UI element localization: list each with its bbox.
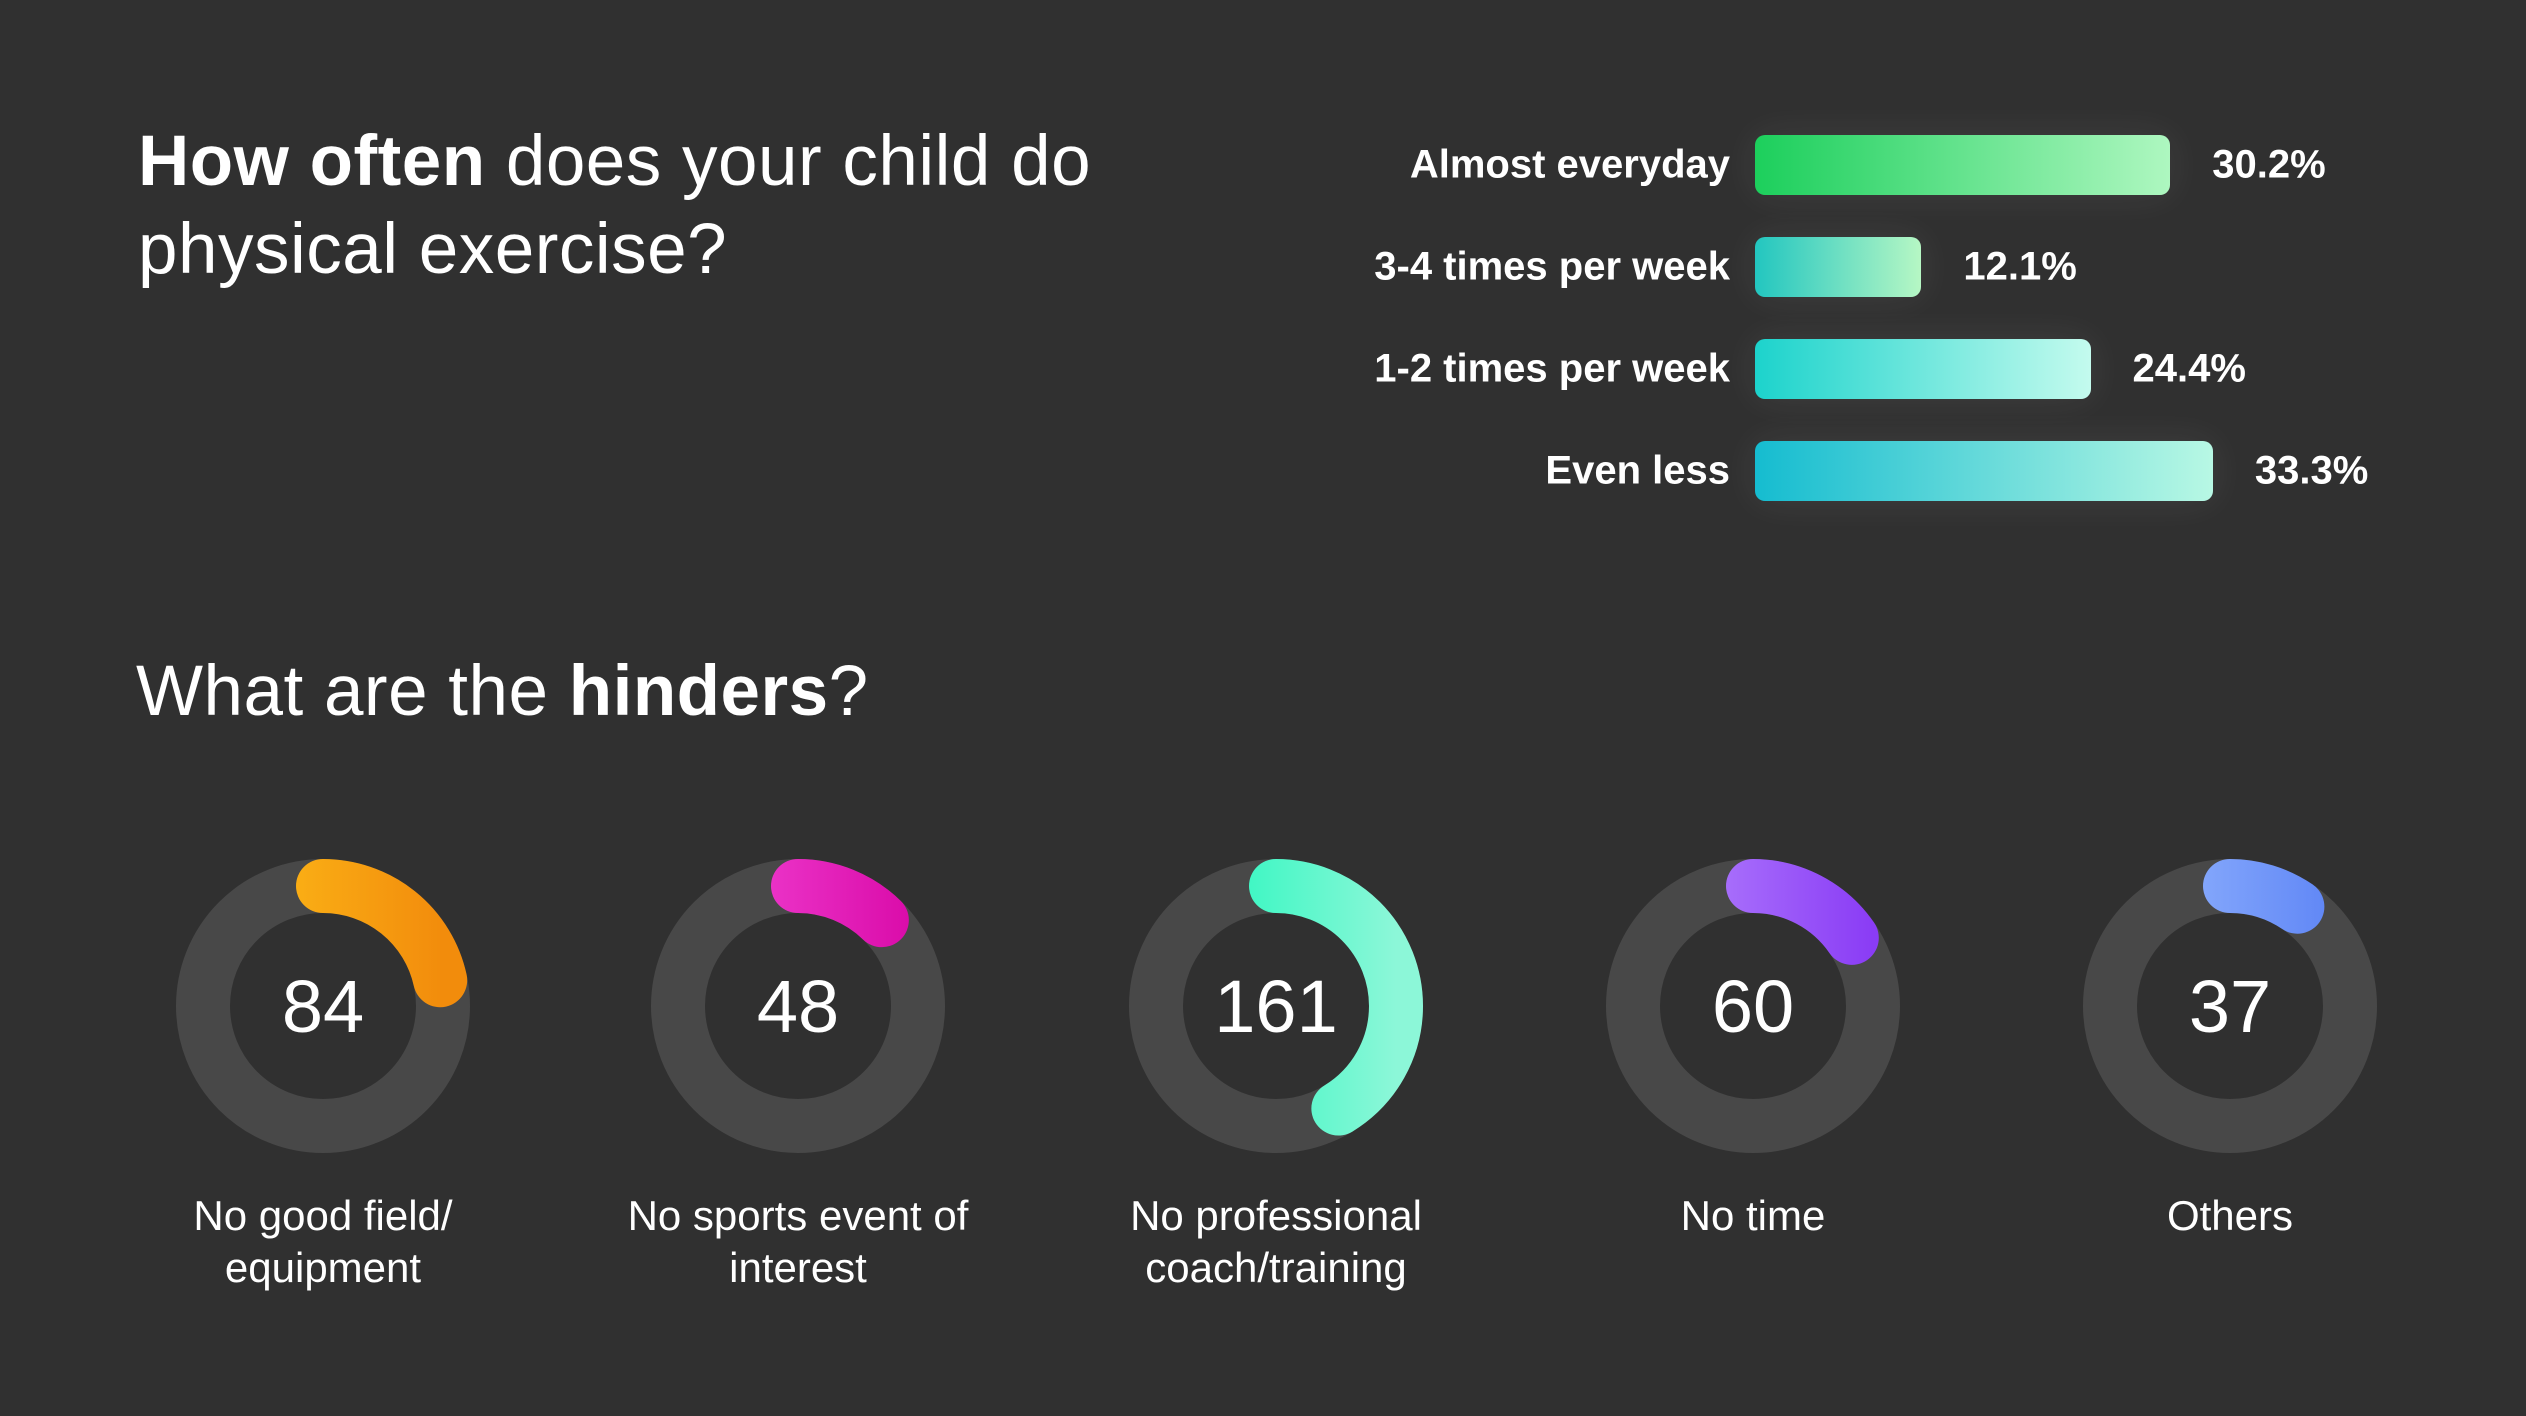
donut-category-label: Others: [2166, 1192, 2294, 1239]
donut-category-label: No sports event of interest: [627, 1192, 969, 1291]
chart-title-exercise: How often does your child do physical ex…: [138, 118, 1258, 294]
bar: [1755, 441, 2213, 501]
donut-value-label: 37: [2188, 964, 2272, 1048]
donut-category-label: No time: [1680, 1192, 1826, 1239]
chart-title-hinders: What are the hinders?: [136, 648, 869, 736]
bar-label: Even less: [1545, 448, 1730, 493]
bar-value-label: 33.3%: [2254, 448, 2369, 493]
bar-label: 3-4 times per week: [1374, 244, 1730, 289]
bar-value-label: 24.4%: [2132, 346, 2246, 391]
bar-value-label: 30.2%: [2212, 142, 2326, 187]
subhead-pre: What are the: [136, 652, 569, 731]
donut-value-label: 84: [281, 964, 365, 1048]
donut-value-label: 161: [1214, 964, 1338, 1048]
donut-chart: 161: [1126, 856, 1426, 1156]
donut-chart: 37: [2080, 856, 2380, 1156]
bar-value-label: 12.1%: [1963, 244, 2077, 289]
donut-chart: 60: [1603, 856, 1903, 1156]
donut-chart: 84: [173, 856, 473, 1156]
bar-label: 1-2 times per week: [1374, 346, 1730, 391]
subhead-bold: hinders: [568, 652, 829, 731]
bar: [1755, 237, 1922, 297]
bar: [1755, 339, 2091, 399]
donut-value-label: 48: [756, 964, 840, 1048]
donut-chart: 48: [648, 856, 948, 1156]
bar: [1755, 135, 2171, 195]
title-bold: How often: [138, 122, 486, 201]
bar-label: Almost everyday: [1409, 142, 1730, 187]
donut-category-label: No professional coach/training: [1130, 1192, 1422, 1291]
subhead-post: ?: [828, 652, 869, 731]
donut-category-label: No good field/ equipment: [193, 1192, 453, 1291]
donut-value-label: 60: [1711, 964, 1795, 1048]
